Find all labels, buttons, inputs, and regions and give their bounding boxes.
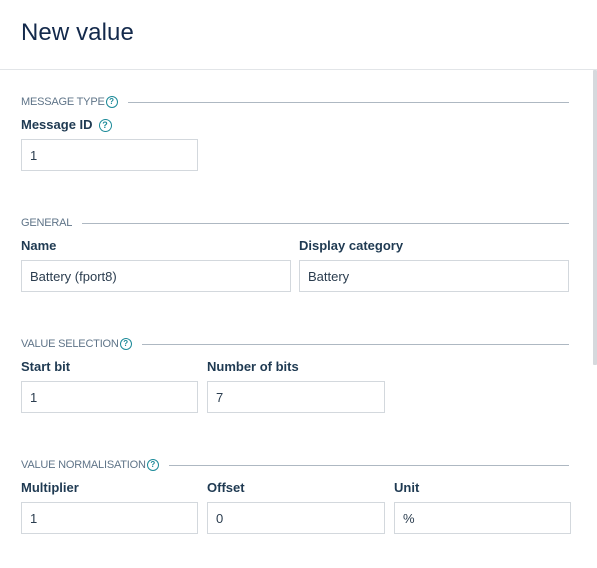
multiplier-label: Multiplier [21, 480, 79, 495]
field-display-category: Display category [299, 238, 569, 292]
section-header: MESSAGE TYPE ? [21, 95, 569, 109]
section-header: GENERAL [21, 216, 569, 230]
section-title: GENERAL [21, 217, 73, 229]
display-category-input[interactable] [299, 260, 569, 292]
field-label: Message ID ? [21, 117, 198, 133]
field-name: Name [21, 238, 291, 292]
section-message-type: MESSAGE TYPE ? Message ID ? [21, 95, 569, 171]
dialog-header: New value [0, 0, 597, 70]
section-title: VALUE NORMALISATION [21, 459, 146, 471]
section-title: VALUE SELECTION [21, 338, 119, 350]
section-value-selection: VALUE SELECTION ? Start bit Number of bi… [21, 337, 569, 413]
section-header: VALUE NORMALISATION ? [21, 458, 569, 472]
question-circle-icon[interactable]: ? [105, 96, 118, 108]
start-bit-label: Start bit [21, 359, 71, 374]
offset-label: Offset [207, 480, 245, 495]
number-of-bits-label: Number of bits [207, 359, 299, 374]
message-id-input[interactable] [21, 139, 198, 171]
question-circle-icon[interactable]: ? [146, 459, 159, 471]
question-circle-icon[interactable]: ? [98, 118, 112, 132]
name-label: Name [21, 238, 57, 253]
section-divider [141, 343, 569, 345]
unit-input[interactable] [394, 502, 571, 534]
page-title: New value [21, 19, 134, 46]
field-start-bit: Start bit [21, 359, 198, 413]
display-category-label: Display category [299, 238, 404, 253]
section-divider [82, 222, 569, 224]
section-general: GENERAL Name Display category [21, 216, 569, 292]
number-of-bits-input[interactable] [207, 381, 385, 413]
start-bit-input[interactable] [21, 381, 198, 413]
scrollbar[interactable] [593, 70, 597, 365]
section-title: MESSAGE TYPE [21, 96, 105, 108]
multiplier-input[interactable] [21, 502, 198, 534]
field-message-id: Message ID ? [21, 117, 198, 171]
unit-label: Unit [394, 480, 420, 495]
field-offset: Offset [207, 480, 385, 534]
offset-input[interactable] [207, 502, 385, 534]
message-id-label: Message ID [21, 117, 93, 132]
field-number-of-bits: Number of bits [207, 359, 385, 413]
question-circle-icon[interactable]: ? [119, 338, 132, 350]
name-input[interactable] [21, 260, 291, 292]
section-divider [127, 101, 569, 103]
section-header: VALUE SELECTION ? [21, 337, 569, 351]
field-unit: Unit [394, 480, 571, 534]
field-multiplier: Multiplier [21, 480, 198, 534]
section-divider [168, 464, 569, 466]
section-value-normalisation: VALUE NORMALISATION ? Multiplier Offset … [21, 458, 571, 534]
